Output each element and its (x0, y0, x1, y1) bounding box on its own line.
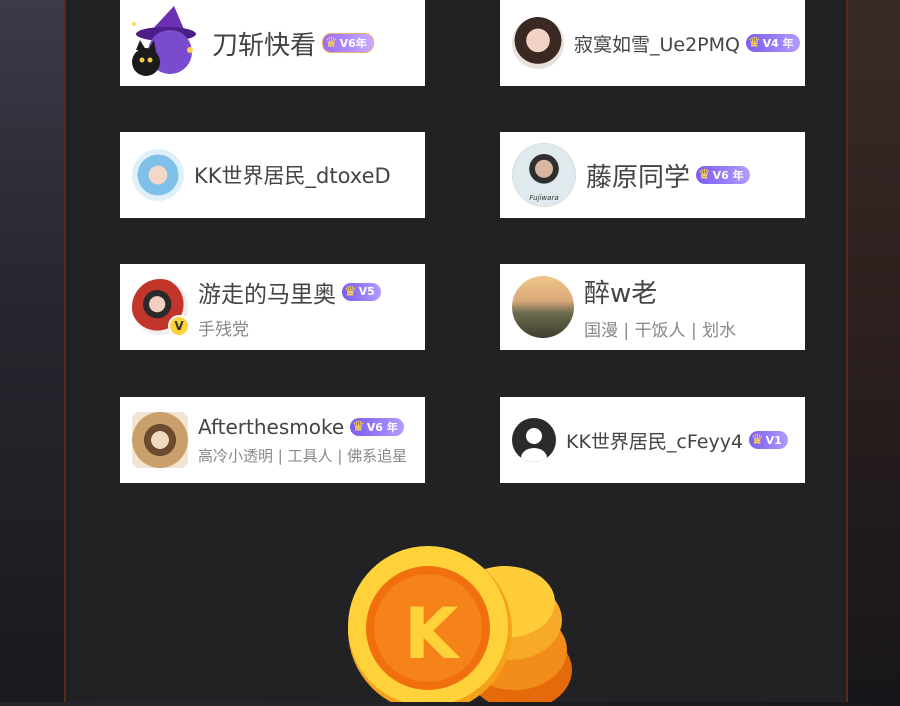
user-bio: 高冷小透明 | 工具人 | 佛系追星 (198, 446, 408, 465)
avatar-chibi-character-icon[interactable] (132, 412, 188, 468)
vip-level-badge: ♛ V1 (749, 431, 788, 449)
avatar-witch-cat-icon[interactable] (132, 6, 202, 78)
vip-level-badge: ♛ V6 年 (350, 417, 404, 436)
user-bio: 手残党 (198, 319, 249, 340)
background-left (0, 0, 64, 702)
vip-level-badge: ♛ V5 (342, 282, 381, 301)
user-card-5[interactable]: V 游走的马里奥 ♛ V5 手残党 (120, 264, 425, 350)
crown-icon: ♛ (352, 418, 365, 435)
level-text: V6 年 (712, 169, 744, 182)
username[interactable]: 刀斩快看 (212, 25, 316, 62)
username[interactable]: Afterthesmoke (198, 415, 344, 439)
user-card-7[interactable]: Afterthesmoke ♛ V6 年 高冷小透明 | 工具人 | 佛系追星 (120, 397, 425, 483)
background-right (844, 0, 900, 702)
verified-v-icon: V (168, 315, 190, 337)
coin-letter: K (404, 593, 461, 675)
crown-icon: ♛ (748, 35, 761, 51)
crown-icon: ♛ (751, 432, 764, 448)
username[interactable]: KK世界居民_cFeyy4 (566, 427, 743, 454)
username[interactable]: KK世界居民_dtoxeD (194, 160, 391, 190)
user-card-6[interactable]: 醉w老 国漫 | 干饭人 | 划水 (500, 264, 805, 350)
level-text: V6 年 (366, 420, 398, 434)
avatar-caption: Fujiwara (529, 194, 559, 202)
user-bio: 国漫 | 干饭人 | 划水 (584, 321, 737, 341)
vip-level-badge: ♛ V6 年 (696, 166, 750, 184)
crown-icon: ♛ (698, 167, 711, 183)
level-text: V5 (358, 285, 375, 298)
crown-icon: ♛ (325, 35, 338, 51)
user-card-4[interactable]: Fujiwara 藤原同学 ♛ V6 年 (500, 132, 805, 218)
vip-level-badge: ♛ V6年 (322, 33, 374, 53)
avatar-red-warrior-icon[interactable]: V (132, 279, 190, 337)
kk-coin-stack-icon: K (340, 540, 590, 706)
avatar-anime-girl-icon[interactable] (132, 149, 184, 201)
crown-icon: ♛ (344, 283, 357, 300)
username[interactable]: 藤原同学 (586, 157, 690, 194)
username[interactable]: 游走的马里奥 (198, 275, 336, 309)
level-text: V6年 (339, 37, 367, 50)
level-text: V1 (765, 433, 782, 447)
level-text: V4 年 (762, 37, 794, 50)
user-card-2[interactable]: 寂寞如雪_Ue2PMQ ♛ V4 年 (500, 0, 805, 86)
username[interactable]: 醉w老 (584, 273, 657, 310)
user-card-3[interactable]: KK世界居民_dtoxeD (120, 132, 425, 218)
avatar-woman-portrait-icon[interactable] (512, 17, 564, 69)
username[interactable]: 寂寞如雪_Ue2PMQ (574, 30, 740, 57)
avatar-sunset-icon[interactable] (512, 276, 574, 338)
avatar-default-user-icon[interactable] (512, 418, 556, 462)
user-card-8[interactable]: KK世界居民_cFeyy4 ♛ V1 (500, 397, 805, 483)
avatar-man-sketch-icon[interactable]: Fujiwara (512, 143, 576, 207)
user-card-1[interactable]: 刀斩快看 ♛ V6年 (120, 0, 425, 86)
vip-level-badge: ♛ V4 年 (746, 34, 800, 52)
